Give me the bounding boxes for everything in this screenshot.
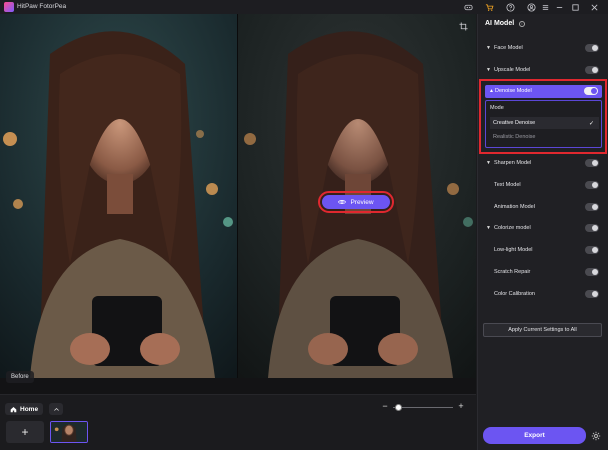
image-thumbnail[interactable] <box>50 421 88 443</box>
preview-label: Preview <box>350 198 374 206</box>
animation-model-toggle[interactable] <box>585 203 599 211</box>
before-image <box>0 14 237 378</box>
zoom-slider-handle[interactable] <box>394 404 402 411</box>
home-label: Home <box>20 405 39 413</box>
model-label: Upscale Model <box>494 67 531 73</box>
gear-icon[interactable] <box>591 431 601 441</box>
face-model-toggle[interactable] <box>585 44 599 52</box>
app-title: HitPaw FotorPea <box>17 3 67 10</box>
add-image-button[interactable]: + <box>6 421 44 443</box>
model-row-low-light[interactable]: Low-light Model <box>477 243 608 257</box>
model-label: Scratch Repair <box>494 269 531 275</box>
option-label: Creative Denoise <box>493 120 536 126</box>
model-row-denoise[interactable]: ▲ Denoise Model <box>485 85 602 98</box>
sharpen-model-toggle[interactable] <box>585 159 599 167</box>
app-logo <box>4 2 14 12</box>
maximize-icon[interactable] <box>570 2 580 12</box>
model-label: Sharpen Model <box>494 160 532 166</box>
crop-icon[interactable] <box>459 22 468 31</box>
add-icon: + <box>21 425 29 439</box>
home-button[interactable]: Home <box>5 403 44 415</box>
preview-button[interactable]: Preview <box>318 191 394 213</box>
option-creative-denoise[interactable]: Creative Denoise ✓ <box>490 117 599 129</box>
panel-title: AI Model <box>485 20 515 27</box>
model-row-colorize[interactable]: ▼ Colorize model <box>477 221 608 235</box>
help-icon[interactable] <box>505 2 515 12</box>
denoise-mode-dropdown: Mode Creative Denoise ✓ Realistic Denois… <box>485 100 602 148</box>
eye-icon <box>338 200 347 204</box>
title-bar: HitPaw FotorPea <box>0 0 608 14</box>
option-realistic-denoise[interactable]: Realistic Denoise <box>490 131 599 143</box>
caret-down-icon[interactable]: ▼ <box>486 160 491 166</box>
option-label: Realistic Denoise <box>493 134 536 140</box>
denoise-model-toggle[interactable] <box>584 87 598 95</box>
info-icon[interactable]: i <box>519 21 525 27</box>
home-icon <box>10 406 17 412</box>
close-icon[interactable] <box>589 2 599 12</box>
before-label: Before <box>6 371 34 383</box>
apply-settings-button[interactable]: Apply Current Settings to All <box>483 323 602 337</box>
upscale-model-toggle[interactable] <box>585 66 599 74</box>
color-calibration-toggle[interactable] <box>585 290 599 298</box>
collapse-button[interactable] <box>49 403 63 415</box>
bottom-bar: Home + − + <box>0 394 476 450</box>
caret-up-icon[interactable]: ▲ <box>489 88 494 94</box>
model-row-animation[interactable]: Animation Model <box>477 200 608 214</box>
cart-icon[interactable] <box>484 2 494 12</box>
colorize-model-toggle[interactable] <box>585 224 599 232</box>
model-label: Color Calibration <box>494 291 535 297</box>
model-row-text[interactable]: Text Model <box>477 178 608 192</box>
zoom-out-button[interactable]: − <box>381 402 389 411</box>
menu-icon[interactable] <box>540 2 550 12</box>
export-button[interactable]: Export <box>483 427 586 444</box>
zoom-in-button[interactable]: + <box>457 402 465 411</box>
caret-down-icon[interactable]: ▼ <box>486 225 491 231</box>
caret-down-icon[interactable]: ▼ <box>486 45 491 51</box>
account-icon[interactable] <box>526 2 536 12</box>
model-label: Text Model <box>494 182 521 188</box>
model-row-scratch-repair[interactable]: Scratch Repair <box>477 265 608 279</box>
model-row-sharpen[interactable]: ▼ Sharpen Model <box>477 156 608 170</box>
mode-title: Mode <box>490 105 504 111</box>
model-label: Face Model <box>494 45 523 51</box>
model-label: Colorize model <box>494 225 531 231</box>
model-row-upscale[interactable]: ▼ Upscale Model <box>477 63 608 77</box>
model-label: Denoise Model <box>495 88 532 94</box>
chevron-up-icon <box>53 407 59 411</box>
low-light-model-toggle[interactable] <box>585 246 599 254</box>
minimize-icon[interactable] <box>554 2 564 12</box>
text-model-toggle[interactable] <box>585 181 599 189</box>
model-row-color-calibration[interactable]: Color Calibration <box>477 287 608 301</box>
model-row-face[interactable]: ▼ Face Model <box>477 41 608 55</box>
zoom-slider-track[interactable] <box>393 407 453 408</box>
model-label: Low-light Model <box>494 247 533 253</box>
scratch-repair-toggle[interactable] <box>585 268 599 276</box>
discord-icon[interactable] <box>463 2 473 12</box>
check-icon: ✓ <box>588 121 594 127</box>
caret-down-icon[interactable]: ▼ <box>486 67 491 73</box>
model-label: Animation Model <box>494 204 535 210</box>
